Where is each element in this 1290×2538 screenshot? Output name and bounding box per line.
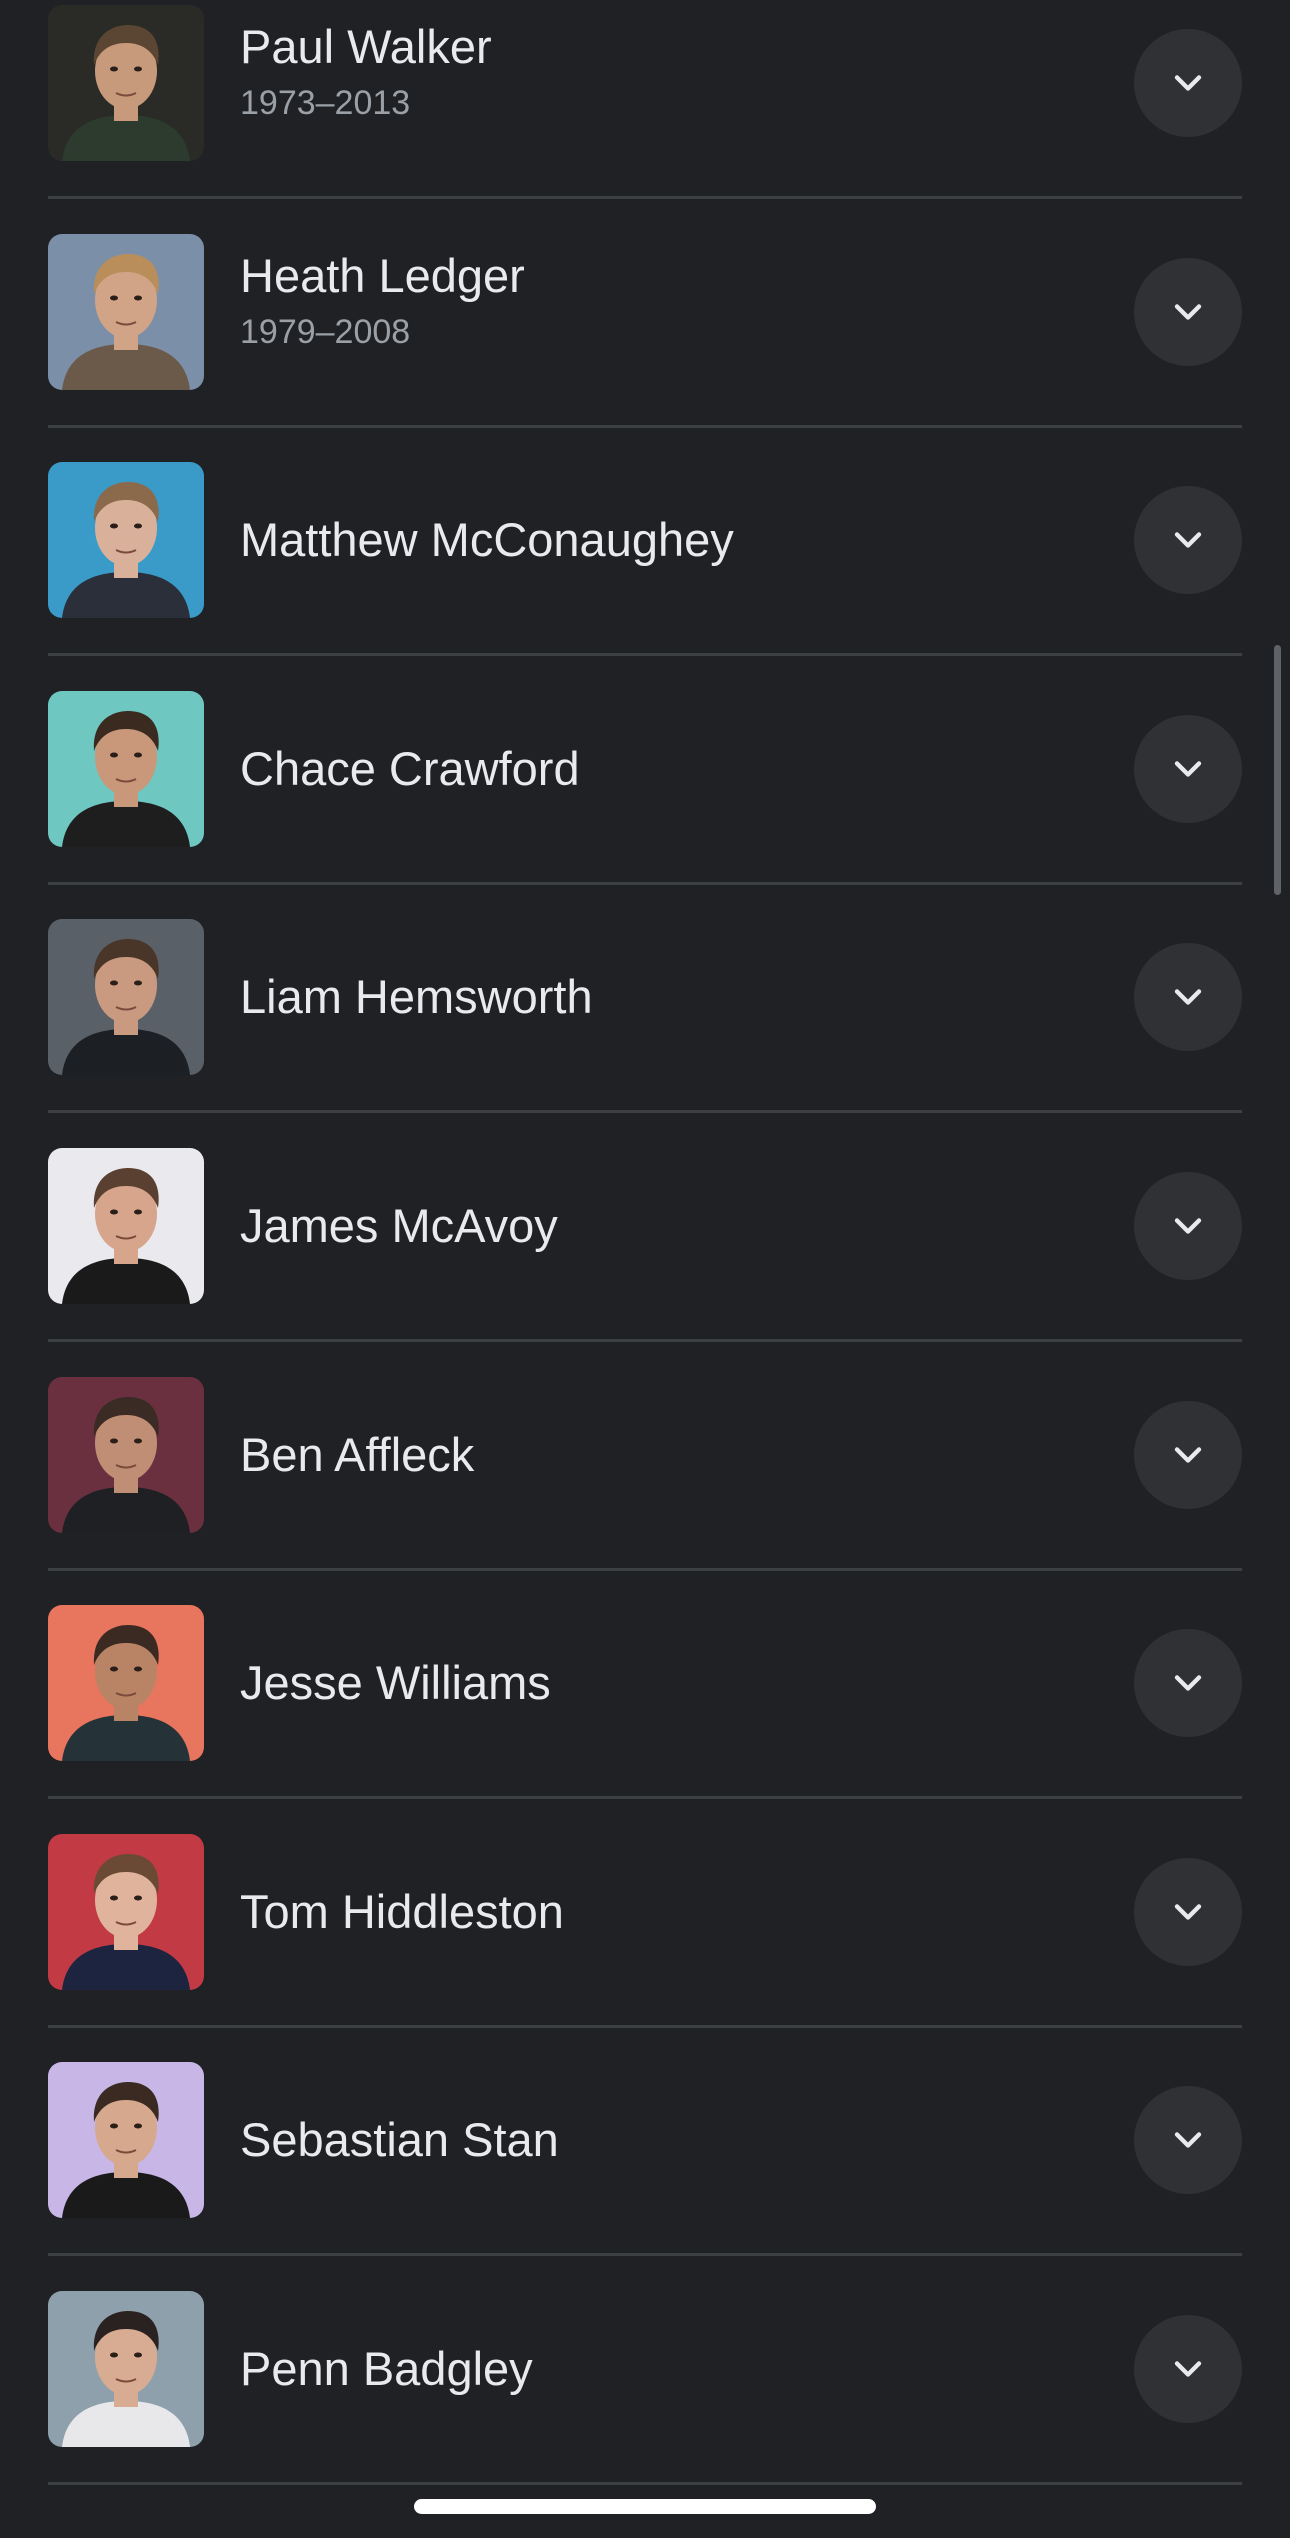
- list-item[interactable]: Heath Ledger 1979–2008: [48, 196, 1242, 425]
- list-item[interactable]: Paul Walker 1973–2013: [48, 0, 1242, 196]
- chevron-down-icon: [1174, 1446, 1202, 1463]
- person-photo: [48, 1833, 204, 1990]
- chevron-down-icon: [1174, 75, 1202, 91]
- row-divider: [48, 881, 1242, 885]
- expand-button[interactable]: [1134, 1400, 1242, 1509]
- expand-button[interactable]: [1134, 1629, 1242, 1738]
- row-divider: [48, 2024, 1242, 2028]
- row-divider: [48, 1110, 1242, 1114]
- list-item[interactable]: Chace Crawford: [48, 653, 1242, 882]
- person-name: Penn Badgley: [240, 2342, 533, 2395]
- list-item[interactable]: Sebastian Stan: [48, 2024, 1242, 2253]
- expand-button[interactable]: [1134, 2315, 1242, 2423]
- portrait-photo: [48, 2291, 204, 2447]
- row-divider: [48, 1796, 1242, 1800]
- list-item[interactable]: Ben Affleck: [48, 1339, 1242, 1568]
- chevron-down-icon: [1174, 2132, 1202, 2149]
- person-name: Tom Hiddleston: [240, 1884, 564, 1938]
- chevron-down-icon: [1174, 303, 1202, 320]
- expand-button[interactable]: [1134, 486, 1242, 595]
- chevron-down-icon: [1174, 761, 1202, 777]
- list-item[interactable]: Liam Hemsworth: [48, 881, 1242, 1110]
- row-divider: [48, 1339, 1242, 1342]
- person-name: Ben Affleck: [240, 1427, 475, 1481]
- portrait-photo: [48, 1376, 204, 1533]
- person-photo: [48, 1605, 204, 1762]
- person-photo: [48, 462, 204, 619]
- list-item[interactable]: Tom Hiddleston: [48, 1796, 1242, 2025]
- chevron-down-icon: [1174, 1675, 1202, 1691]
- scrollbar[interactable]: [1274, 645, 1281, 895]
- person-photo: [48, 2062, 204, 2219]
- chevron-down-icon: [1174, 989, 1202, 1006]
- portrait-photo: [48, 5, 204, 161]
- portrait-photo: [48, 919, 204, 1076]
- row-divider: [48, 1567, 1242, 1571]
- chevron-down-icon: [1174, 532, 1202, 548]
- row-divider: [48, 424, 1242, 428]
- list-item[interactable]: Matthew McConaughey: [48, 424, 1242, 653]
- person-name: James McAvoy: [240, 1199, 558, 1252]
- row-divider: [48, 2253, 1242, 2257]
- row-divider: [48, 653, 1242, 657]
- portrait-photo: [48, 2062, 204, 2219]
- person-years: 1973–2013: [240, 84, 411, 122]
- person-name: Jesse Williams: [240, 1656, 551, 1710]
- portrait-photo: [48, 233, 204, 390]
- person-photo: [48, 690, 204, 847]
- portrait-photo: [48, 1605, 204, 1762]
- person-photo: [48, 919, 204, 1076]
- expand-button[interactable]: [1134, 943, 1242, 1052]
- expand-button[interactable]: [1134, 714, 1242, 823]
- expand-button[interactable]: [1134, 257, 1242, 366]
- row-divider: [48, 2482, 1242, 2485]
- home-indicator: [414, 2499, 876, 2514]
- person-photo: [48, 2291, 204, 2447]
- person-photo: [48, 1148, 204, 1304]
- expand-button[interactable]: [1134, 2086, 1242, 2195]
- list-item[interactable]: James McAvoy: [48, 1110, 1242, 1339]
- person-years: 1979–2008: [240, 312, 411, 351]
- expand-button[interactable]: [1134, 1857, 1242, 1966]
- person-photo: [48, 5, 204, 161]
- chevron-down-icon: [1174, 1218, 1202, 1234]
- person-name: Sebastian Stan: [240, 2113, 559, 2167]
- person-name: Chace Crawford: [240, 741, 580, 795]
- list-item[interactable]: Jesse Williams: [48, 1567, 1242, 1796]
- person-name: Matthew McConaughey: [240, 513, 734, 567]
- chevron-down-icon: [1174, 1904, 1202, 1920]
- chevron-down-icon: [1174, 2361, 1202, 2377]
- person-name: Liam Hemsworth: [240, 970, 593, 1024]
- person-name: Paul Walker: [240, 20, 492, 73]
- expand-button[interactable]: [1134, 29, 1242, 137]
- portrait-photo: [48, 462, 204, 619]
- expand-button[interactable]: [1134, 1172, 1242, 1280]
- person-photo: [48, 233, 204, 390]
- list-item[interactable]: Penn Badgley: [48, 2253, 1242, 2482]
- person-name: Heath Ledger: [240, 248, 525, 302]
- person-photo: [48, 1376, 204, 1533]
- portrait-photo: [48, 1148, 204, 1304]
- portrait-photo: [48, 1833, 204, 1990]
- row-divider: [48, 196, 1242, 199]
- portrait-photo: [48, 690, 204, 847]
